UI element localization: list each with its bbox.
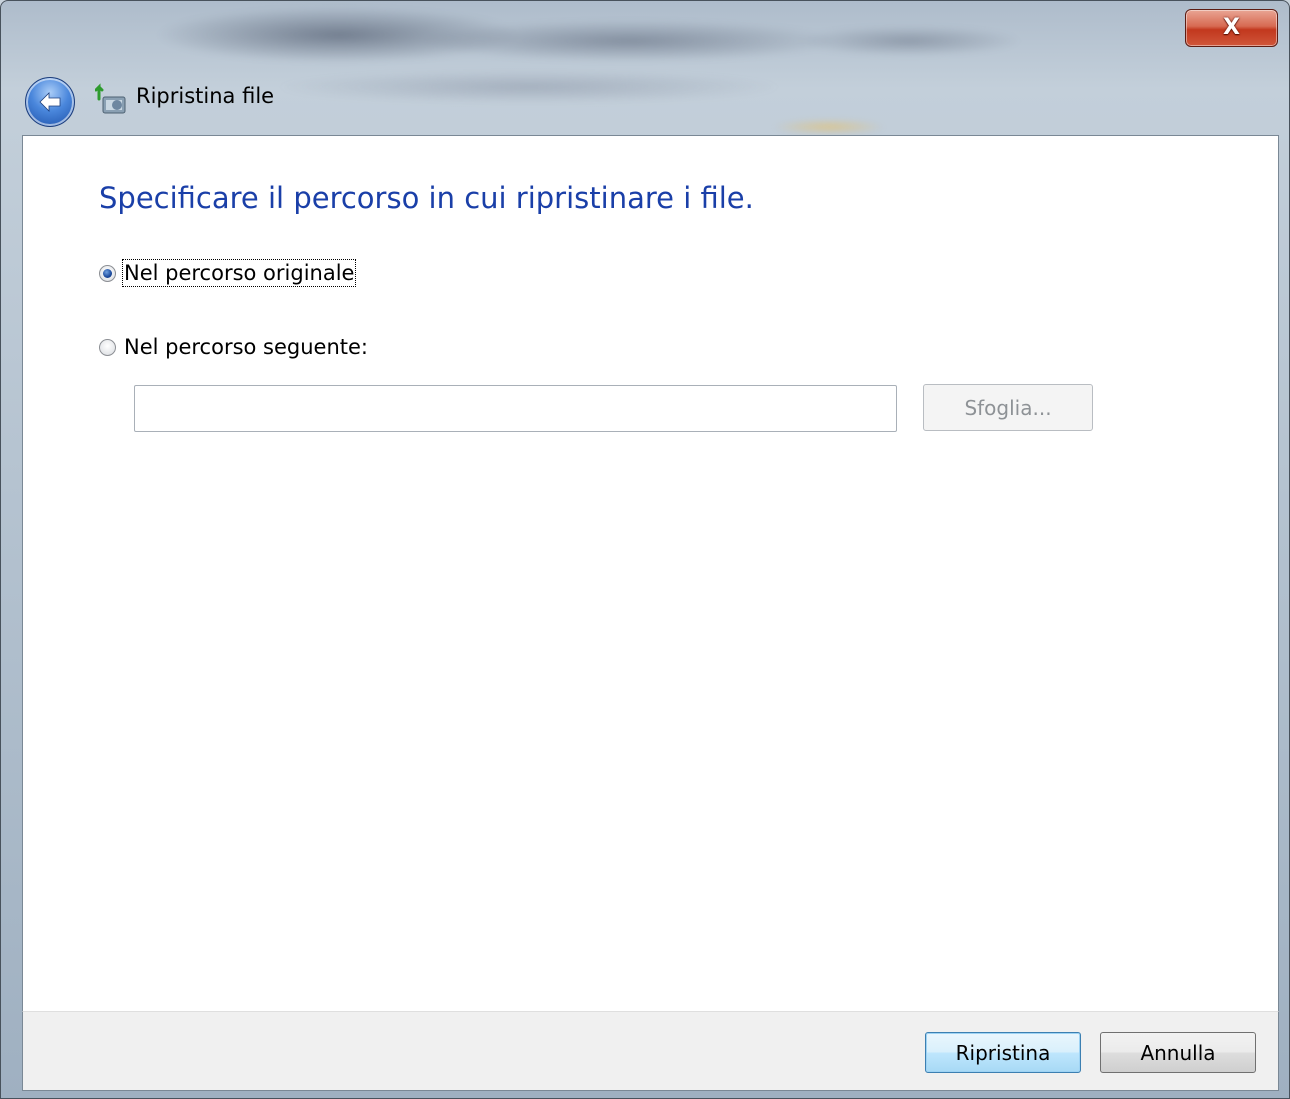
- radio-original-location[interactable]: [99, 264, 116, 282]
- window-frame: X Ripristina file Specificare il percors…: [0, 0, 1290, 1099]
- cancel-button[interactable]: Annulla: [1100, 1032, 1256, 1073]
- option-following-location-label[interactable]: Nel percorso seguente:: [124, 335, 368, 359]
- title-bar-glass: [9, 5, 1179, 133]
- back-arrow-icon: [39, 92, 61, 112]
- option-original-location[interactable]: Nel percorso originale: [99, 259, 357, 287]
- browse-button[interactable]: Sfoglia...: [923, 384, 1093, 431]
- page-heading: Specificare il percorso in cui ripristin…: [99, 181, 754, 215]
- radio-selected-dot: [103, 268, 112, 278]
- option-following-location[interactable]: Nel percorso seguente:: [99, 335, 368, 359]
- close-button[interactable]: X: [1185, 9, 1278, 47]
- radio-following-location[interactable]: [99, 338, 116, 356]
- path-input[interactable]: [134, 385, 897, 432]
- dialog-content: Specificare il percorso in cui ripristin…: [22, 135, 1279, 1011]
- option-original-location-label[interactable]: Nel percorso originale: [121, 259, 357, 287]
- window-title: Ripristina file: [136, 84, 275, 108]
- restore-button[interactable]: Ripristina: [925, 1032, 1081, 1073]
- dialog-footer: Ripristina Annulla: [22, 1011, 1279, 1091]
- back-button[interactable]: [25, 77, 75, 127]
- restore-files-icon: [95, 83, 126, 114]
- close-icon: X: [1223, 15, 1240, 40]
